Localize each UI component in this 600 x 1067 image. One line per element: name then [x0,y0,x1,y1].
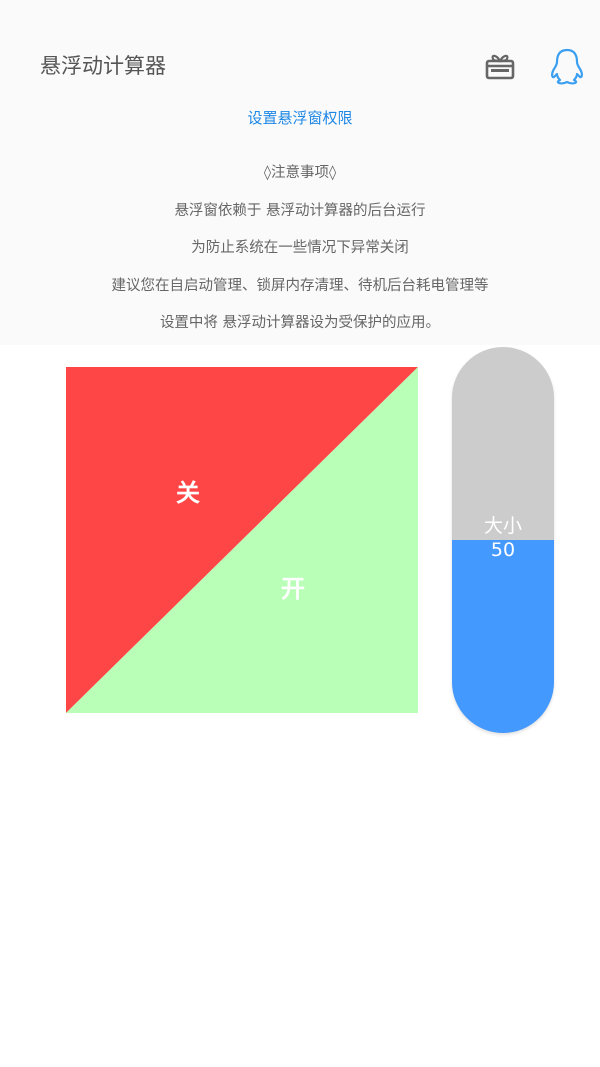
size-slider[interactable] [452,347,554,733]
gift-button[interactable] [482,48,518,84]
app-title: 悬浮动计算器 [40,54,166,78]
set-permission-link[interactable]: 设置悬浮窗权限 [0,106,600,130]
size-slider-fill [452,540,554,733]
gift-box-icon [485,54,515,80]
notice-block: ◊注意事项◊ 悬浮窗依赖于 悬浮动计算器的后台运行 为防止系统在一些情况下异常关… [0,160,600,348]
float-window-toggle[interactable] [66,367,418,713]
notice-heading: ◊注意事项◊ [263,165,337,181]
notice-line: 为防止系统在一些情况下异常关闭 [191,240,409,256]
notice-line: 悬浮窗依赖于 悬浮动计算器的后台运行 [174,202,426,219]
qq-button[interactable] [548,46,586,86]
notice-line: 建议您在自启动管理、锁屏内存清理、待机后台耗电管理等 [111,277,489,294]
qq-penguin-icon [551,48,583,85]
notice-line: 设置中将 悬浮动计算器设为受保护的应用。 [159,315,441,331]
